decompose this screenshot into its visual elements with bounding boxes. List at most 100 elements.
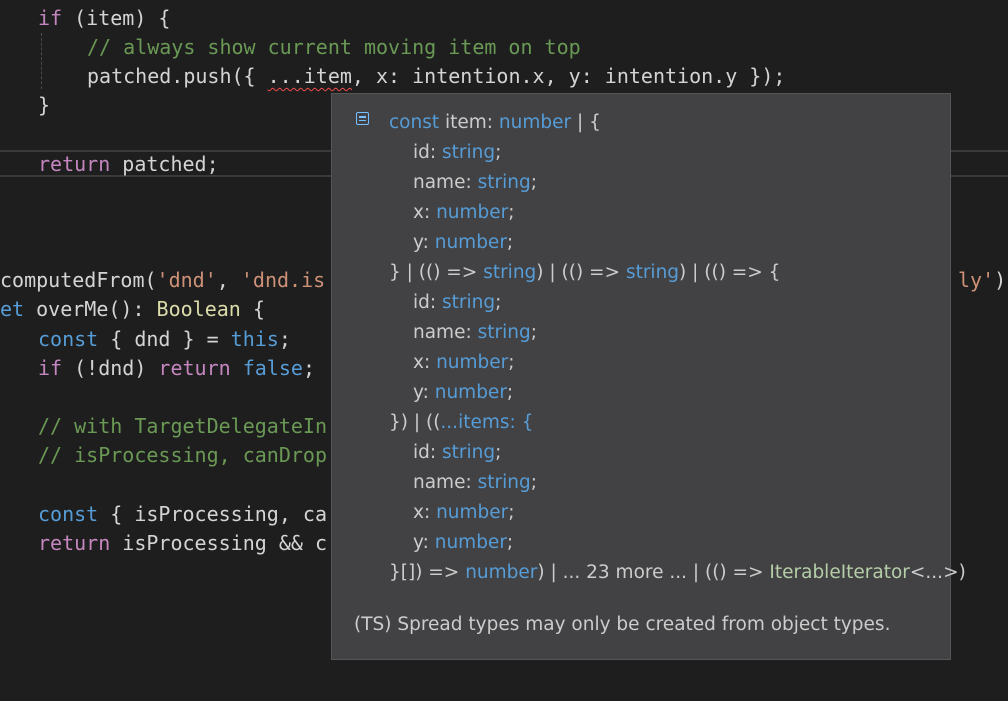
signature-line: x: number;	[413, 498, 515, 528]
error-message: (TS) Spread types may only be created fr…	[354, 614, 891, 635]
code-line-computed-from-tail[interactable]: ly')	[958, 266, 1008, 295]
code-token: overMe():	[24, 297, 157, 321]
error-squiggle: ...item	[267, 64, 352, 88]
signature-token: number	[436, 352, 509, 373]
code-token: ly'	[958, 268, 995, 292]
code-token: patched;	[110, 152, 219, 176]
signature-token: string	[442, 442, 496, 463]
signature-token: number	[436, 502, 509, 523]
signature-token: ;	[506, 382, 514, 403]
code-token: 'dnd.is	[240, 268, 326, 292]
signature-token: number	[434, 232, 507, 253]
signature-token: number	[434, 382, 507, 403]
code-token: { isProcessing, ca	[98, 502, 327, 526]
indent-guide	[41, 33, 42, 89]
signature-token: <...>)	[909, 562, 966, 583]
signature-token: y:	[413, 232, 435, 253]
signature-token: ) | ... 23 more ... | (() =>	[537, 562, 770, 583]
code-token: return	[38, 531, 111, 555]
signature-token: ;	[530, 472, 537, 493]
code-token: { dnd } =	[98, 327, 231, 351]
signature-line: name: string;	[413, 468, 537, 498]
signature-token: ;	[530, 322, 537, 343]
signature-token: | {	[571, 112, 601, 133]
signature-token: string	[477, 172, 531, 193]
signature-token: item:	[439, 112, 499, 133]
signature-token: ...items: {	[440, 412, 534, 433]
signature-token: ;	[506, 232, 514, 253]
code-line-if-item[interactable]: if (item) {	[38, 4, 1008, 33]
signature-token: string	[442, 292, 496, 313]
signature-token: name:	[413, 472, 478, 493]
signature-token: string	[483, 262, 537, 283]
code-token: computedFrom(	[0, 268, 157, 292]
signature-token: ;	[495, 292, 502, 313]
code-token: Boolean	[156, 297, 241, 321]
code-token: ;	[302, 356, 315, 380]
signature-token: ) | (() => {	[679, 262, 781, 283]
code-token: )	[994, 268, 1007, 292]
signature-line: }[]) => number) | ... 23 more ... | (() …	[389, 558, 966, 588]
code-token: ;	[278, 327, 291, 351]
signature-token: ;	[508, 352, 515, 373]
signature-token: ;	[506, 532, 514, 553]
code-token: ,	[216, 268, 241, 292]
signature-token: }) | ((	[389, 412, 441, 433]
code-editor[interactable]: if (item) {// always show current moving…	[0, 0, 1008, 701]
signature-token: name:	[413, 322, 478, 343]
code-token: if	[38, 6, 63, 30]
signature-token: string	[477, 472, 531, 493]
signature-line: name: string;	[413, 168, 537, 198]
code-token: this	[230, 327, 279, 351]
signature-token: x:	[413, 202, 437, 223]
signature-token: ;	[508, 202, 515, 223]
code-token: const	[38, 327, 99, 351]
signature-line: }) | ((...items: {	[389, 408, 533, 438]
code-line-comment-always[interactable]: // always show current moving item on to…	[87, 33, 1008, 62]
signature-token: number	[465, 562, 538, 583]
signature-token: ;	[495, 142, 502, 163]
signature-token: id:	[413, 442, 442, 463]
signature-token: string	[477, 322, 531, 343]
code-token: isProcessing && c	[110, 531, 327, 555]
signature-line: x: number;	[413, 348, 515, 378]
signature-token: IterableIterator	[769, 562, 910, 583]
code-token: if	[38, 356, 63, 380]
signature-token: number	[436, 202, 509, 223]
signature-token: ;	[495, 442, 502, 463]
signature-token: ;	[530, 172, 537, 193]
signature-line: id: string;	[413, 288, 501, 318]
signature-icon	[356, 112, 369, 125]
code-token: }	[38, 93, 51, 117]
signature-line: id: string;	[413, 138, 501, 168]
signature-token: number	[434, 532, 507, 553]
signature-token: id:	[413, 142, 442, 163]
code-token: // always show current moving item on to…	[87, 35, 581, 59]
code-token: return	[158, 356, 231, 380]
signature-token: y:	[413, 532, 435, 553]
signature-line: const item: number | {	[389, 108, 601, 138]
signature-token: x:	[413, 352, 437, 373]
code-token: false	[242, 356, 303, 380]
code-token: {	[240, 297, 265, 321]
code-token: return	[38, 152, 111, 176]
signature-line: name: string;	[413, 318, 537, 348]
signature-token: } | (() =>	[389, 262, 484, 283]
code-line-patched-push[interactable]: patched.push({ ...item, x: intention.x, …	[87, 62, 1008, 91]
code-token: et	[0, 297, 25, 321]
code-token: const	[38, 502, 99, 526]
signature-token: id:	[413, 292, 442, 313]
signature-line: } | (() => string) | (() => string) | ((…	[389, 258, 780, 288]
signature-token: x:	[413, 502, 437, 523]
signature-token: string	[442, 142, 496, 163]
code-token: // isProcessing, canDrop	[38, 443, 327, 467]
code-token: 'dnd'	[156, 268, 217, 292]
code-token: (!dnd)	[62, 356, 159, 380]
signature-line: x: number;	[413, 198, 515, 228]
signature-token: const	[389, 112, 440, 133]
code-token: (item) {	[62, 6, 171, 30]
hover-tooltip[interactable]: const item: number | {id: string; name: s…	[331, 93, 966, 660]
signature-token: ;	[508, 502, 515, 523]
signature-token: }[]) =>	[389, 562, 466, 583]
